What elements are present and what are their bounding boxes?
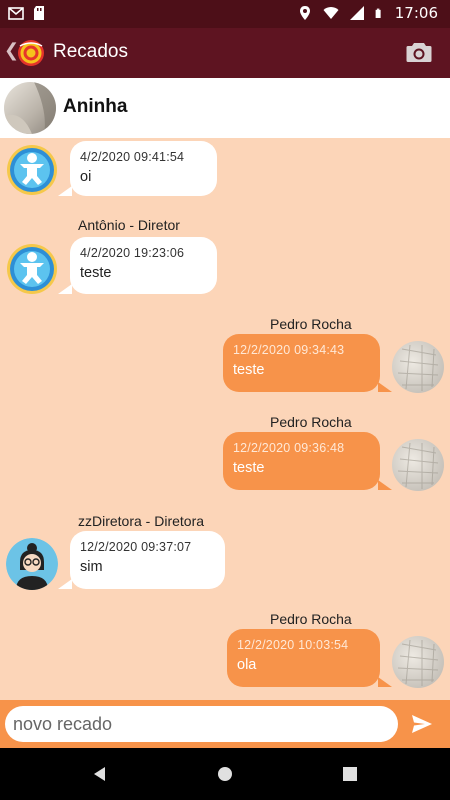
message-text: oi	[80, 169, 92, 185]
camera-icon[interactable]	[406, 41, 432, 63]
baby-avatar-icon[interactable]	[6, 144, 58, 196]
bubble-tail	[378, 677, 392, 687]
app-bar: ❮ Recados	[0, 28, 450, 78]
message-bubble[interactable]: 12/2/2020 09:37:07 sim	[70, 531, 225, 589]
message-bubble[interactable]: 4/2/2020 19:23:06 teste	[70, 237, 217, 294]
message-text: teste	[233, 460, 265, 476]
message-sender: Antônio - Diretor	[78, 217, 180, 233]
send-icon[interactable]	[410, 712, 434, 736]
composer-bar	[0, 700, 450, 748]
message-timestamp: 12/2/2020 09:34:43	[233, 343, 345, 357]
woman-avatar-icon[interactable]	[6, 538, 58, 590]
app-logo-icon[interactable]	[16, 38, 46, 68]
sd-card-icon	[34, 6, 44, 20]
message-bubble[interactable]: 12/2/2020 10:03:54 ola	[227, 629, 380, 687]
message-sender: Pedro Rocha	[270, 414, 352, 430]
message-timestamp: 12/2/2020 09:36:48	[233, 441, 345, 455]
system-navigation-bar	[0, 748, 450, 800]
message-text: teste	[80, 265, 112, 281]
message-text: ola	[237, 657, 257, 673]
page-title: Recados	[53, 41, 128, 62]
bubble-tail	[58, 579, 72, 589]
bubble-tail	[58, 284, 72, 294]
nav-back-icon[interactable]	[91, 765, 109, 783]
message-bubble[interactable]: 12/2/2020 09:34:43 teste	[223, 334, 380, 392]
location-icon	[299, 6, 310, 20]
message-timestamp: 12/2/2020 09:37:07	[80, 540, 192, 554]
contact-avatar[interactable]	[4, 82, 56, 134]
contact-name: Aninha	[63, 96, 128, 117]
bubble-tail	[58, 186, 72, 196]
battery-icon	[375, 8, 381, 18]
message-timestamp: 12/2/2020 10:03:54	[237, 638, 349, 652]
signal-icon	[349, 6, 364, 20]
message-text: sim	[80, 559, 103, 575]
contact-header[interactable]: Aninha	[0, 78, 450, 138]
sender-photo-avatar[interactable]	[392, 636, 444, 688]
status-right-icons: 17:06	[297, 4, 438, 22]
status-time: 17:06	[394, 4, 438, 22]
message-sender: zzDiretora - Diretora	[78, 513, 205, 529]
sender-photo-avatar[interactable]	[392, 439, 444, 491]
message-timestamp: 4/2/2020 09:41:54	[80, 150, 185, 164]
message-list[interactable]: 4/2/2020 09:41:54 oi Antônio - Diretor 4…	[0, 138, 450, 700]
bubble-tail	[378, 480, 392, 490]
nav-recents-icon[interactable]	[341, 765, 359, 783]
message-sender: Pedro Rocha	[270, 611, 352, 627]
wifi-icon	[323, 7, 339, 19]
message-bubble[interactable]: 12/2/2020 09:36:48 teste	[223, 432, 380, 490]
baby-avatar-icon[interactable]	[6, 243, 58, 295]
new-message-input[interactable]	[5, 706, 398, 742]
sender-photo-avatar[interactable]	[392, 341, 444, 393]
nav-home-icon[interactable]	[216, 765, 234, 783]
message-timestamp: 4/2/2020 19:23:06	[80, 246, 185, 260]
message-sender: Pedro Rocha	[270, 316, 352, 332]
status-bar: 17:06	[0, 0, 450, 28]
message-bubble[interactable]: 4/2/2020 09:41:54 oi	[70, 141, 217, 196]
gmail-icon	[8, 7, 24, 20]
message-text: teste	[233, 362, 265, 378]
bubble-tail	[378, 382, 392, 392]
status-left-icons	[8, 5, 48, 21]
